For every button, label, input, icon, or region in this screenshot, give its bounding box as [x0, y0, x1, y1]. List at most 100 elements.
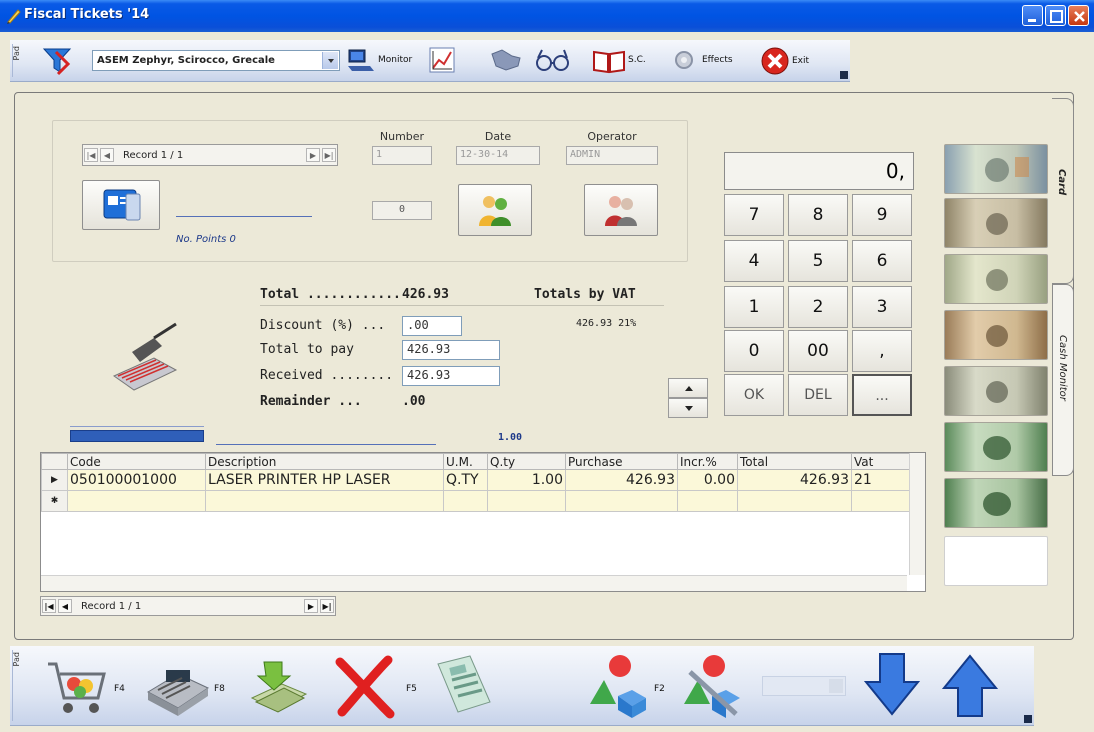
cart-button[interactable]	[42, 654, 112, 721]
key-4[interactable]: 4	[724, 240, 784, 282]
new-cell-incr[interactable]	[677, 490, 738, 512]
cell-description[interactable]: LASER PRINTER HP LASER	[205, 469, 444, 491]
key-7[interactable]: 7	[724, 194, 784, 236]
spin-up-button[interactable]	[668, 378, 708, 398]
new-cell-qty[interactable]	[487, 490, 566, 512]
horizontal-scrollbar[interactable]	[41, 575, 907, 591]
cash-register-button[interactable]	[142, 654, 214, 721]
key-2[interactable]: 2	[788, 286, 848, 328]
move-up-button[interactable]	[940, 650, 1000, 723]
key-00[interactable]: 00	[788, 330, 848, 372]
minimize-button[interactable]	[1022, 5, 1043, 26]
glasses-button[interactable]	[534, 46, 572, 74]
banknote-10[interactable]	[944, 310, 1048, 360]
cell-incr[interactable]: 0.00	[677, 469, 738, 491]
col-header-um[interactable]: U.M.	[443, 453, 488, 470]
cell-qty[interactable]: 1.00	[487, 469, 566, 491]
hand-button[interactable]	[488, 46, 522, 74]
grid-next-button[interactable]: ▶	[304, 599, 318, 613]
filter-button[interactable]	[40, 46, 76, 76]
key-8[interactable]: 8	[788, 194, 848, 236]
more-button[interactable]: ...	[852, 374, 912, 416]
col-header-description[interactable]: Description	[205, 453, 444, 470]
operator-button[interactable]	[584, 184, 658, 236]
received-input[interactable]: 426.93	[402, 366, 500, 386]
customer-button[interactable]	[458, 184, 532, 236]
col-header-purchase[interactable]: Purchase	[565, 453, 678, 470]
points-counter[interactable]: 0	[372, 201, 432, 220]
col-header-vat[interactable]: Vat	[851, 453, 910, 470]
company-select[interactable]: ASEM Zephyr, Scirocco, Grecale	[92, 50, 340, 71]
key-0[interactable]: 0	[724, 330, 784, 372]
effects-button[interactable]: Effects	[670, 46, 733, 74]
date-field[interactable]: 12-30-14	[456, 146, 540, 165]
new-cell-code[interactable]	[67, 490, 206, 512]
exit-button[interactable]: Exit	[760, 46, 809, 76]
cell-total[interactable]: 426.93	[737, 469, 852, 491]
grid-first-button[interactable]: |◀	[42, 599, 56, 613]
banknote-2[interactable]	[944, 422, 1048, 472]
payment-button[interactable]	[246, 654, 312, 721]
total-to-pay-input[interactable]: 426.93	[402, 340, 500, 360]
col-header-incr[interactable]: Incr.%	[677, 453, 738, 470]
key-9[interactable]: 9	[852, 194, 912, 236]
new-row[interactable]: ✱	[41, 490, 910, 512]
cell-code[interactable]: 050100001000	[67, 469, 206, 491]
maximize-button[interactable]	[1045, 5, 1066, 26]
prev-record-button[interactable]: ◀	[100, 148, 114, 162]
operator-field[interactable]: ADMIN	[566, 146, 658, 165]
f8-label: F8	[214, 684, 225, 694]
grid-last-button[interactable]: ▶|	[320, 599, 334, 613]
cancel-button[interactable]	[332, 652, 398, 723]
next-record-button[interactable]: ▶	[306, 148, 320, 162]
banknote-5[interactable]	[944, 366, 1048, 416]
spin-down-button[interactable]	[668, 398, 708, 418]
number-field[interactable]: 1	[372, 146, 432, 165]
banknote-1[interactable]	[944, 478, 1048, 528]
cell-um[interactable]: Q.TY	[443, 469, 488, 491]
banknote-50[interactable]	[944, 198, 1048, 248]
sc-button[interactable]: S.C.	[592, 46, 646, 74]
chevron-down-icon[interactable]	[322, 52, 338, 69]
f2-label: F2	[654, 684, 665, 694]
table-row[interactable]: ▶ 050100001000 LASER PRINTER HP LASER Q.…	[41, 469, 910, 491]
new-cell-um[interactable]	[443, 490, 488, 512]
tab-card[interactable]: Card	[1052, 98, 1074, 284]
objects-cancel-button[interactable]	[680, 652, 746, 723]
customer-card-button[interactable]	[82, 180, 160, 230]
banknote-100[interactable]	[944, 144, 1048, 194]
key-6[interactable]: 6	[852, 240, 912, 282]
key-comma[interactable]: ,	[852, 330, 912, 372]
new-cell-total[interactable]	[737, 490, 852, 512]
new-cell-description[interactable]	[205, 490, 444, 512]
key-5[interactable]: 5	[788, 240, 848, 282]
last-record-button[interactable]: ▶|	[322, 148, 336, 162]
toolbar-overflow[interactable]	[840, 71, 848, 79]
received-label: Received ........	[260, 368, 394, 383]
bottom-toolbar-overflow[interactable]	[1024, 715, 1032, 723]
cell-purchase[interactable]: 426.93	[565, 469, 678, 491]
cell-vat[interactable]: 21	[851, 469, 910, 491]
key-1[interactable]: 1	[724, 286, 784, 328]
barcode-scanner-icon	[112, 322, 178, 391]
chart-button[interactable]	[428, 46, 456, 74]
calculator-button[interactable]	[430, 652, 498, 723]
col-header-total[interactable]: Total	[737, 453, 852, 470]
first-record-button[interactable]: |◀	[84, 148, 98, 162]
banknote-20[interactable]	[944, 254, 1048, 304]
col-header-code[interactable]: Code	[67, 453, 206, 470]
monitor-button[interactable]: Monitor	[346, 46, 412, 74]
close-button[interactable]	[1068, 5, 1089, 26]
objects-button[interactable]	[586, 652, 650, 723]
discount-input[interactable]: .00	[402, 316, 462, 336]
new-cell-purchase[interactable]	[565, 490, 678, 512]
delete-button[interactable]: DEL	[788, 374, 848, 416]
vertical-scrollbar[interactable]	[909, 453, 925, 575]
ok-button[interactable]: OK	[724, 374, 784, 416]
key-3[interactable]: 3	[852, 286, 912, 328]
new-cell-vat[interactable]	[851, 490, 910, 512]
tab-cash-monitor[interactable]: Cash Monitor	[1052, 284, 1074, 476]
col-header-qty[interactable]: Q.ty	[487, 453, 566, 470]
grid-prev-button[interactable]: ◀	[58, 599, 72, 613]
move-down-button[interactable]	[862, 650, 922, 723]
